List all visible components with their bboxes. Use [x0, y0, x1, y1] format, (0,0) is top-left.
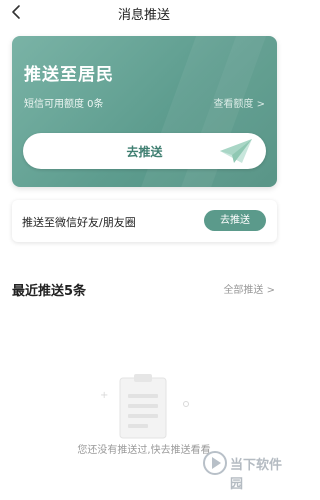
wechat-label: 推送至微信好友/朋友圈	[22, 216, 136, 229]
push-button[interactable]: 去推送	[23, 133, 266, 169]
page-title: 消息推送	[117, 8, 170, 23]
play-circle-icon	[203, 451, 227, 475]
sms-quota-text: 短信可用额度 0条	[24, 99, 104, 110]
push-to-residents-card: 推送至居民 短信可用额度 0条 查看额度 > 去推送	[12, 36, 277, 187]
card-title: 推送至居民	[24, 65, 114, 85]
view-quota-link[interactable]: 查看额度 >	[213, 95, 265, 110]
all-push-link[interactable]: 全部推送 >	[223, 281, 275, 296]
clipboard-icon: +	[100, 374, 189, 439]
svg-text:+: +	[100, 390, 108, 401]
watermark: 当下软件园	[196, 450, 288, 492]
wechat-push-button[interactable]: 去推送	[204, 210, 266, 231]
recent-section-title: 最近推送5条	[12, 284, 87, 299]
paper-plane-icon	[220, 139, 252, 163]
top-nav: 消息推送	[0, 0, 288, 26]
watermark-text: 当下软件园	[230, 458, 283, 492]
push-to-wechat-row: 推送至微信好友/朋友圈 去推送	[12, 200, 277, 242]
